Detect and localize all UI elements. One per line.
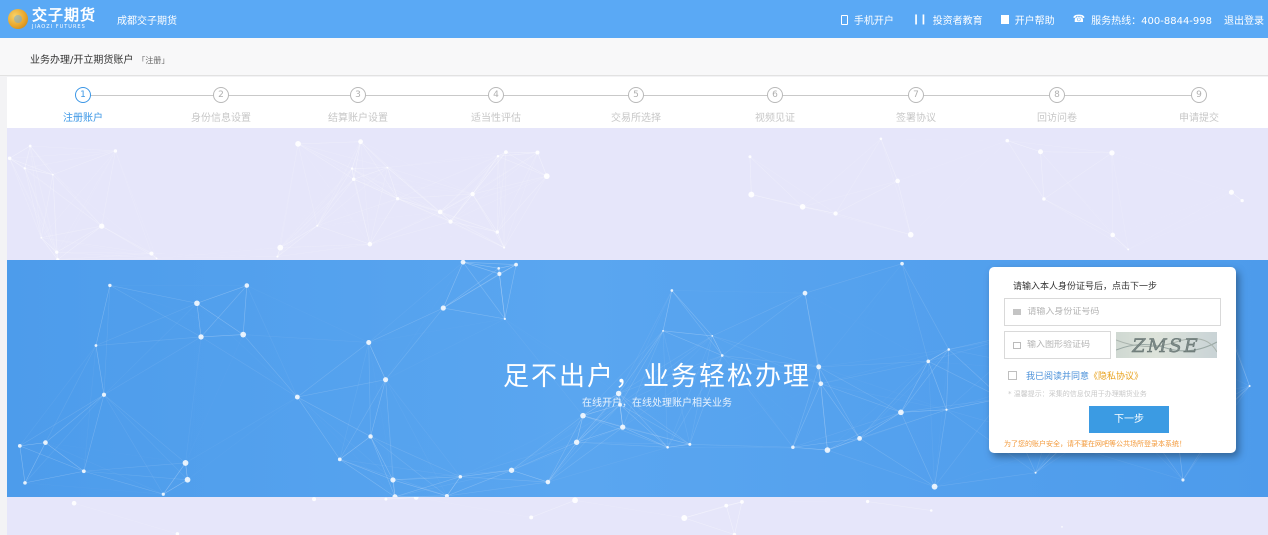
nav-investor-education[interactable]: ❙❙ 投资者教育 xyxy=(912,12,983,27)
nav-hotline[interactable]: ☎ 服务热线：400-8844-998 xyxy=(1073,12,1212,27)
step-2: 2 身份信息设置 xyxy=(176,87,266,124)
step-label: 身份信息设置 xyxy=(191,113,251,124)
nav-account-help[interactable]: 开户帮助 xyxy=(1000,12,1055,27)
register-card: 请输入本人身份证号后，点击下一步 ZMSE 我已阅读并同意《隐私协议》 * 温馨… xyxy=(989,267,1236,453)
step-number: 8 xyxy=(1049,87,1065,103)
security-warning: 为了您的账户安全，请不要在网吧等公共场所登录本系统！ xyxy=(1004,440,1186,448)
step-7: 7 签署协议 xyxy=(871,87,961,124)
step-number: 6 xyxy=(767,87,783,103)
logout-link[interactable]: 退出登录 xyxy=(1224,12,1264,27)
step-label: 申请提交 xyxy=(1179,113,1219,124)
network-pattern-top xyxy=(7,137,1244,260)
step-1: 1 注册账户 xyxy=(38,87,128,124)
logo-icon xyxy=(8,9,28,29)
step-label: 结算账户设置 xyxy=(328,113,388,124)
step-label: 交易所选择 xyxy=(611,113,661,124)
agree-text: 我已阅读并同意 xyxy=(1026,372,1090,382)
books-icon: ❙❙ xyxy=(911,14,928,25)
logo-title: 交子期货 xyxy=(32,6,97,24)
captcha-text: ZMSE xyxy=(1131,335,1200,357)
step-number: 1 xyxy=(75,87,91,103)
progress-steps: 1 注册账户 2 身份信息设置 3 结算账户设置 4 适当性评估 5 交易所选择 6 视频见证 7 签署协… xyxy=(7,77,1268,128)
telephone-icon: ☎ xyxy=(1072,14,1086,25)
id-card-icon xyxy=(1013,309,1022,315)
captcha-input[interactable] xyxy=(1026,340,1110,350)
logo-subtitle: JIAOZI FUTURES xyxy=(32,24,86,30)
id-number-field[interactable] xyxy=(1004,298,1221,326)
step-6: 6 视频见证 xyxy=(730,87,820,124)
image-icon xyxy=(1013,341,1021,349)
info-tip: * 温馨提示：采集的信息仅用于办理期货业务 xyxy=(1008,390,1147,398)
breadcrumb-tag: 「注册」 xyxy=(137,56,170,65)
hero-title: 足不出户，业务轻松办理 xyxy=(502,362,811,392)
top-bar: 交子期货 JIAOZI FUTURES 成都交子期货 手机开户 ❙❙ 投资者教育… xyxy=(0,0,1268,38)
network-pattern-bottom xyxy=(71,497,1063,535)
company-name: 成都交子期货 xyxy=(117,16,177,27)
captcha-field[interactable] xyxy=(1004,331,1111,359)
captcha-image[interactable]: ZMSE xyxy=(1116,332,1217,358)
hotline-label: 服务热线：400-8844-998 xyxy=(1091,16,1212,27)
step-4: 4 适当性评估 xyxy=(451,87,541,124)
privacy-agreement[interactable]: 我已阅读并同意 《隐私协议》 xyxy=(1008,369,1143,382)
step-number: 3 xyxy=(350,87,366,103)
step-label: 适当性评估 xyxy=(471,113,521,124)
step-5: 5 交易所选择 xyxy=(591,87,681,124)
step-label: 回访问卷 xyxy=(1037,113,1077,124)
hero-subtitle: 在线开户，在线处理账户相关业务 xyxy=(582,398,732,409)
breadcrumb: 业务办理/开立期货账户 「注册」 xyxy=(0,38,1268,76)
next-step-button[interactable]: 下一步 xyxy=(1089,406,1169,433)
logo[interactable]: 交子期货 JIAOZI FUTURES xyxy=(8,6,96,32)
breadcrumb-path: 业务办理/开立期货账户 xyxy=(30,55,134,66)
book-icon xyxy=(1000,15,1009,24)
step-label: 视频见证 xyxy=(755,113,795,124)
step-number: 9 xyxy=(1191,87,1207,103)
nav-investor-label: 投资者教育 xyxy=(932,16,983,27)
step-number: 7 xyxy=(908,87,924,103)
step-3: 3 结算账户设置 xyxy=(313,87,403,124)
agree-checkbox[interactable] xyxy=(1008,371,1017,380)
step-label: 签署协议 xyxy=(896,113,936,124)
step-number: 4 xyxy=(488,87,504,103)
card-title: 请输入本人身份证号后，点击下一步 xyxy=(1013,282,1158,292)
nav-help-label: 开户帮助 xyxy=(1014,16,1055,27)
step-8: 8 回访问卷 xyxy=(1012,87,1102,124)
step-label: 注册账户 xyxy=(63,113,103,124)
nav-mobile-label: 手机开户 xyxy=(853,16,894,27)
nav-mobile-account[interactable]: 手机开户 xyxy=(840,12,894,27)
step-number: 2 xyxy=(213,87,229,103)
privacy-link[interactable]: 《隐私协议》 xyxy=(1089,369,1143,382)
top-nav: 手机开户 ❙❙ 投资者教育 开户帮助 ☎ 服务热线：400-8844-998 退… xyxy=(823,12,1264,27)
id-number-input[interactable] xyxy=(1027,307,1220,317)
background-bottom xyxy=(7,497,1268,535)
logout-label: 退出登录 xyxy=(1224,16,1264,27)
step-9: 9 申请提交 xyxy=(1154,87,1244,124)
mobile-phone-icon xyxy=(840,14,848,25)
step-number: 5 xyxy=(628,87,644,103)
background-top xyxy=(7,128,1268,260)
